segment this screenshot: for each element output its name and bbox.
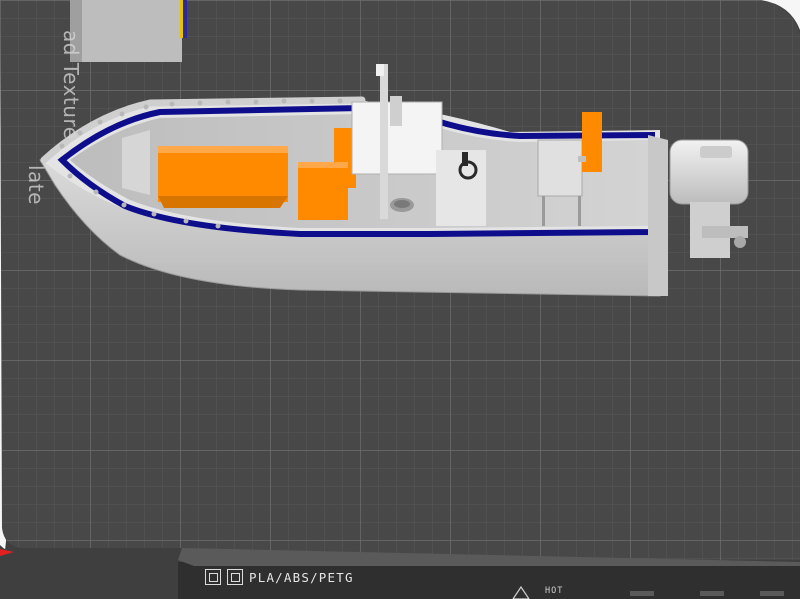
plate-edge-marks (630, 591, 784, 596)
viewport-3d[interactable]: ad Texture late PLA/ABS/PETG HOT (0, 0, 800, 599)
corner-brackets-icon (205, 569, 221, 585)
material-badge: PLA/ABS/PETG (205, 569, 354, 585)
transom (648, 135, 668, 296)
hot-surface-label: HOT (545, 586, 564, 596)
plate-texture-label: ad Texture (59, 30, 83, 140)
material-label: PLA/ABS/PETG (249, 569, 354, 585)
build-scene[interactable] (0, 0, 800, 599)
forward-seat-cushion (158, 146, 288, 208)
build-plate[interactable] (0, 0, 800, 599)
nested-square-icon (227, 569, 243, 585)
bow-bulkhead (122, 130, 150, 195)
plate-name-label: late (24, 165, 48, 205)
other-object[interactable] (70, 0, 187, 62)
